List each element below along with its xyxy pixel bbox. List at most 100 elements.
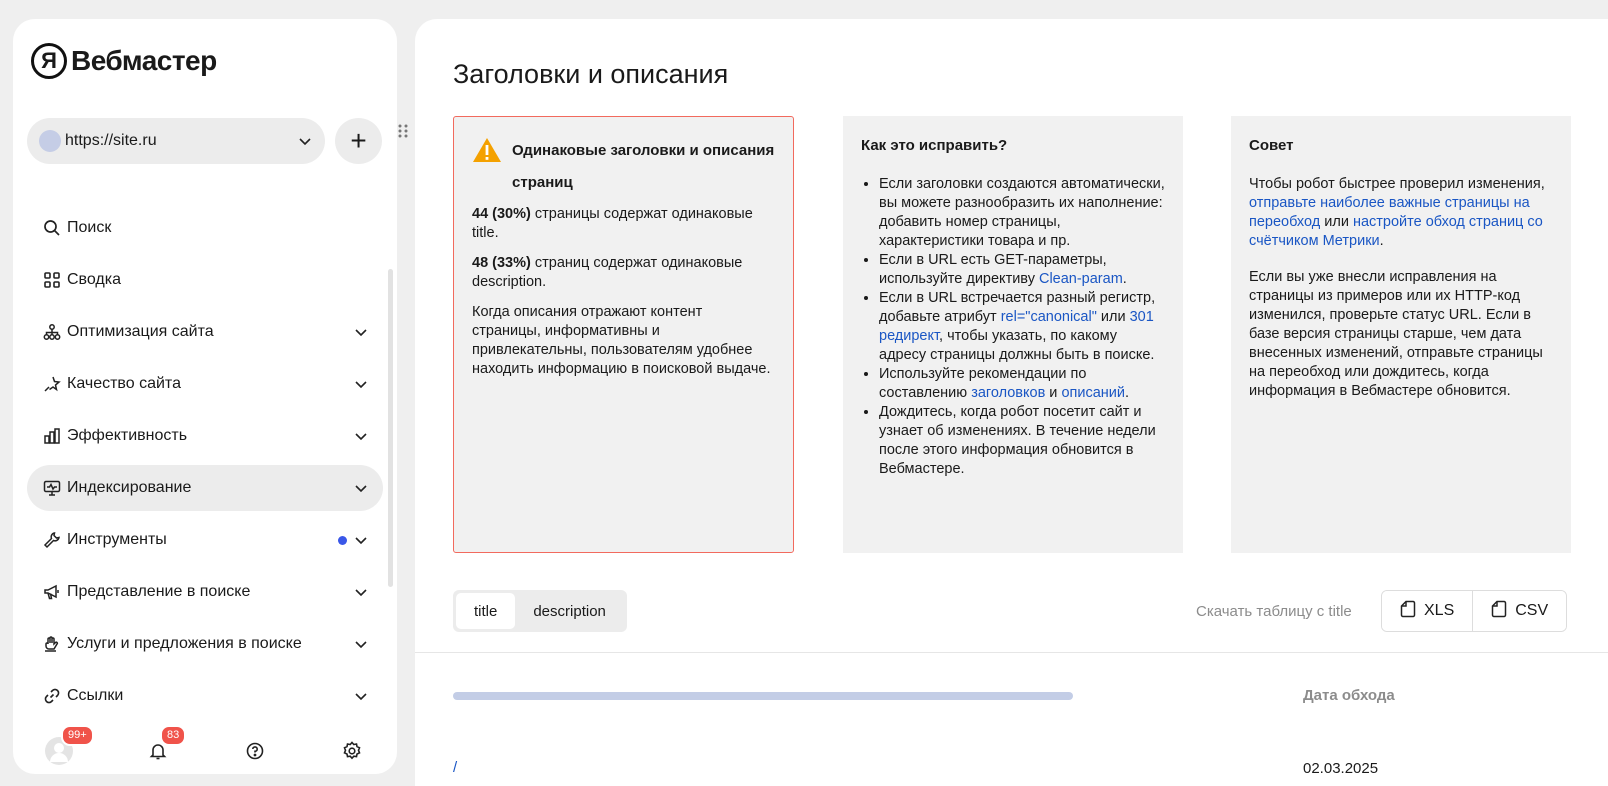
sidebar-item-efficiency[interactable]: Эффективность: [27, 413, 383, 459]
chevron-down-icon: [353, 688, 369, 704]
text: .: [1379, 233, 1384, 249]
csv-label: CSV: [1515, 602, 1549, 619]
bar-chart-icon: [41, 425, 63, 447]
yandex-logo-icon: Я: [31, 43, 67, 79]
chevron-down-icon: [353, 480, 369, 496]
sidebar-item-label: Оптимизация сайта: [67, 323, 214, 340]
text: и: [1045, 385, 1062, 401]
chevron-down-icon: [353, 428, 369, 444]
wrench-icon: [41, 529, 63, 551]
notifications-badge: 83: [160, 725, 187, 746]
card-title: Совет: [1249, 137, 1294, 154]
how-to-fix-card: Как это исправить? Если заголовки создаю…: [843, 116, 1183, 553]
list-item: Дождитесь, когда робот посетит сайт и уз…: [879, 403, 1165, 479]
chevron-down-icon: [353, 324, 369, 340]
add-site-button[interactable]: +: [335, 118, 382, 164]
tip-card: Совет Чтобы робот быстрее проверил измен…: [1231, 116, 1571, 553]
new-indicator-dot: [338, 535, 347, 545]
sidebar-item-services[interactable]: Услуги и предложения в поиске: [27, 621, 383, 667]
list-item: Если в URL есть GET-параметры, используй…: [879, 251, 1165, 289]
link-icon: [41, 685, 63, 707]
warning-card: Одинаковые заголовки и описания страниц …: [453, 116, 794, 553]
chevron-down-icon: [353, 584, 369, 600]
profile-button[interactable]: 99+: [39, 725, 94, 773]
sidebar-item-optimization[interactable]: Оптимизация сайта: [27, 309, 383, 355]
sidebar-item-links[interactable]: Ссылки: [27, 673, 383, 719]
magic-star-icon: [41, 373, 63, 395]
sidebar-item-indexing[interactable]: Индексирование: [27, 465, 383, 511]
list-item: Используйте рекомендации по составлению …: [879, 365, 1165, 403]
table-row-url[interactable]: /: [453, 759, 457, 776]
xls-label: XLS: [1424, 602, 1455, 619]
hand-icon: [41, 633, 63, 655]
download-csv-button[interactable]: CSV: [1472, 591, 1567, 631]
sidebar-item-search[interactable]: Поиск: [27, 205, 383, 251]
sidebar-item-quality[interactable]: Качество сайта: [27, 361, 383, 407]
sidebar-resize-handle[interactable]: [398, 124, 408, 142]
sidebar-bottom-bar: 99+ 83: [39, 725, 379, 773]
chevron-down-icon: [353, 532, 369, 548]
chevron-down-icon: [353, 376, 369, 392]
sidebar-item-label: Качество сайта: [67, 375, 181, 392]
canonical-link[interactable]: rel="canonical": [1001, 309, 1097, 325]
notifications-button[interactable]: 83: [138, 725, 187, 773]
sidebar-item-label: Поиск: [67, 219, 112, 236]
settings-button[interactable]: [332, 733, 372, 773]
sidebar-item-summary[interactable]: Сводка: [27, 257, 383, 303]
chevron-down-icon: [353, 636, 369, 652]
column-header-date[interactable]: Дата обхода: [1303, 687, 1395, 704]
logo[interactable]: Я Вебмастер: [31, 43, 217, 79]
sidebar-item-search-appearance[interactable]: Представление в поиске: [27, 569, 383, 615]
sidebar-item-label: Эффективность: [67, 427, 188, 444]
text: или: [1320, 214, 1353, 230]
logo-text: Вебмастер: [71, 45, 217, 76]
file-icon: [1400, 600, 1416, 623]
megaphone-icon: [41, 581, 63, 603]
search-icon: [41, 217, 63, 239]
sidebar-item-tools[interactable]: Инструменты: [27, 517, 383, 563]
sidebar-item-label: Сводка: [67, 271, 122, 288]
titles-guide-link[interactable]: заголовков: [971, 385, 1045, 401]
profile-badge: 99+: [61, 725, 94, 746]
sidebar-item-label: Ссылки: [67, 687, 124, 704]
tab-title[interactable]: title: [456, 593, 516, 629]
text: .: [1122, 271, 1127, 287]
download-label: Скачать таблицу с title: [1196, 603, 1352, 620]
chevron-down-icon: [297, 133, 313, 149]
table-tabs: title description: [453, 590, 627, 632]
download-buttons: XLS CSV: [1381, 590, 1568, 632]
sidebar-nav: Поиск Сводка Оптимизация сайта Качество …: [27, 205, 383, 725]
monitor-pulse-icon: [41, 477, 63, 499]
grid-icon: [41, 269, 63, 291]
sidebar-item-label: Услуги и предложения в поиске: [67, 635, 302, 652]
warning-icon: [472, 137, 502, 175]
text: или: [1096, 309, 1130, 325]
help-icon: [246, 742, 264, 765]
list-item: Если заголовки создаются автоматически, …: [879, 175, 1165, 251]
list-item: Если в URL встречается разный регистр, д…: [879, 289, 1165, 365]
warning-title: Одинаковые заголовки и описания страниц: [512, 142, 775, 191]
descriptions-guide-link[interactable]: описаний: [1061, 385, 1125, 401]
sidebar: Я Вебмастер https://site.ru + Поиск Свод…: [13, 19, 397, 774]
help-button[interactable]: [235, 733, 275, 773]
site-favicon-icon: [39, 130, 61, 152]
url-column-header-placeholder: [453, 692, 1073, 700]
duplicate-description-stat: 48 (33%) страниц содержат одинаковые des…: [472, 254, 775, 292]
main-content: Заголовки и описания Одинаковые заголовк…: [415, 19, 1608, 786]
table-row-date: 02.03.2025: [1303, 760, 1379, 777]
sidebar-scrollbar[interactable]: [388, 269, 393, 587]
stat-value: 48 (33%): [472, 255, 531, 271]
download-xls-button[interactable]: XLS: [1382, 591, 1473, 631]
stat-value: 44 (30%): [472, 206, 531, 222]
duplicate-title-stat: 44 (30%) страницы содержат одинаковые ti…: [472, 205, 775, 243]
sitemap-icon: [41, 321, 63, 343]
text: .: [1125, 385, 1130, 401]
file-icon: [1491, 600, 1507, 623]
tab-description[interactable]: description: [515, 593, 624, 629]
sidebar-item-label: Инструменты: [67, 531, 167, 548]
text: Чтобы робот быстрее проверил изменения,: [1249, 176, 1545, 192]
site-url: https://site.ru: [65, 132, 157, 149]
page-title: Заголовки и описания: [453, 59, 729, 89]
site-select[interactable]: https://site.ru: [27, 118, 325, 164]
clean-param-link[interactable]: Clean-param: [1039, 271, 1123, 287]
